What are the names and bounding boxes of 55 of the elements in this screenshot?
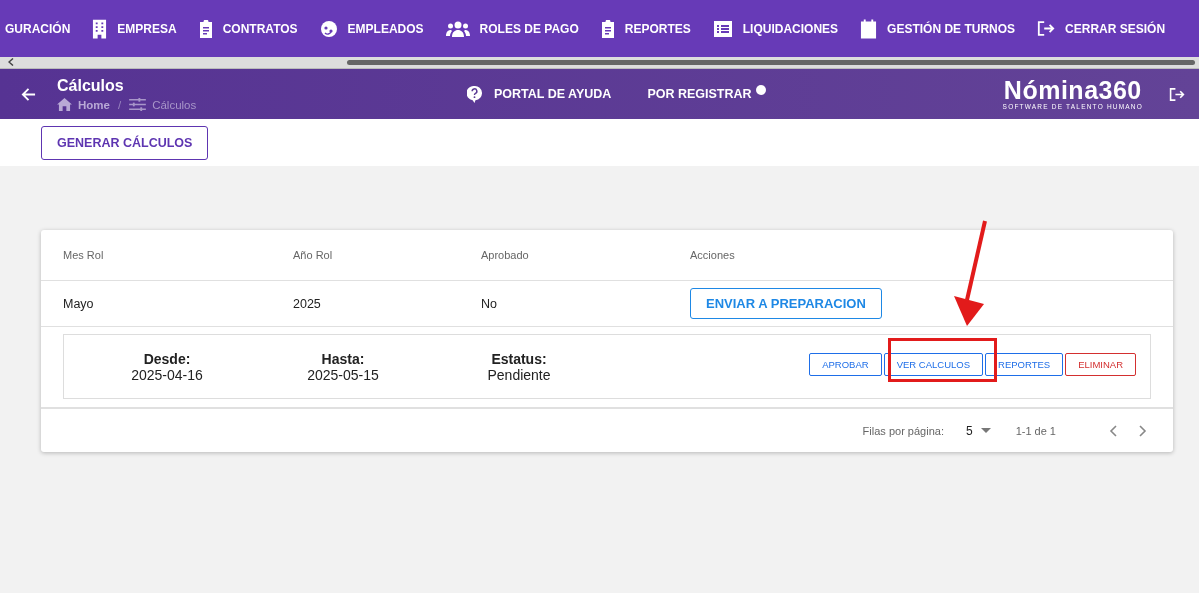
rows-per-page-select[interactable]: 5	[965, 423, 991, 438]
logout-icon	[1037, 20, 1056, 37]
breadcrumb-link[interactable]: Home	[78, 98, 110, 111]
horizontal-scrollbar[interactable]	[0, 57, 1199, 69]
table-cell-text: No	[481, 296, 498, 311]
detail-value: 2025-04-16	[130, 366, 204, 383]
nav-item[interactable]: EMPRESA	[92, 18, 177, 39]
nav-item[interactable]: GURACIÓN	[5, 21, 71, 36]
action-button[interactable]: REPORTES	[985, 352, 1064, 376]
logout-icon[interactable]	[1169, 86, 1185, 102]
nav-item[interactable]: ROLES DE PAGO	[445, 20, 579, 37]
clipboard-icon	[198, 19, 213, 38]
column-header: Acciones	[690, 249, 736, 261]
calendar-icon	[860, 18, 878, 39]
breadcrumb-current: Cálculos	[152, 98, 197, 111]
people-icon	[445, 20, 470, 37]
back-arrow-icon[interactable]	[21, 86, 36, 102]
scroll-left-icon[interactable]	[8, 58, 14, 66]
home-icon	[57, 98, 72, 111]
help-portal-link[interactable]: PORTAL DE AYUDA	[467, 85, 612, 103]
nav-item[interactable]: LIQUIDACIONES	[712, 19, 839, 38]
column-header: Año Rol	[293, 249, 334, 261]
action-button[interactable]: VER CALCULOS	[883, 352, 984, 376]
previous-page-icon[interactable]	[1109, 424, 1117, 437]
detail-value: Pendiente	[486, 366, 552, 383]
nav-item[interactable]: GESTIÓN DE TURNOS	[860, 18, 1016, 39]
clipboard-icon	[600, 19, 615, 38]
rows-per-page-label: Filas por página:	[862, 424, 944, 437]
nav-item[interactable]: EMPLEADOS	[319, 19, 424, 38]
detail-label: Desde:	[142, 350, 192, 367]
nav-item[interactable]: CERRAR SESIÓN	[1037, 20, 1166, 37]
building-icon	[92, 18, 108, 39]
send-button[interactable]: ENVIAR A PREPARACION	[690, 288, 882, 319]
nav-item[interactable]: REPORTES	[600, 19, 691, 38]
detail-value: 2025-05-15	[306, 366, 380, 383]
help-icon	[467, 85, 482, 103]
breadcrumb-separator: /	[117, 98, 122, 111]
table-cell-text: 2025	[293, 296, 322, 311]
action-button[interactable]: APROBAR	[809, 352, 882, 376]
action-button[interactable]: ELIMINAR	[1065, 352, 1136, 376]
register-link[interactable]: POR REGISTRAR	[647, 87, 766, 101]
column-header: Aprobado	[481, 249, 530, 261]
dropdown-caret-icon	[980, 428, 991, 433]
next-page-icon[interactable]	[1139, 424, 1147, 437]
column-header: Mes Rol	[63, 249, 105, 261]
table-cell-text: Mayo	[63, 296, 95, 311]
sliders-icon	[129, 98, 147, 111]
face-icon	[319, 19, 338, 38]
generate-button[interactable]: GENERAR CÁLCULOS	[41, 125, 209, 160]
list-icon	[712, 19, 733, 38]
detail-label: Hasta:	[320, 350, 366, 367]
nav-item[interactable]: CONTRATOS	[198, 19, 298, 38]
page-range: 1-1 de 1	[1015, 424, 1056, 437]
page-title: Cálculos	[57, 77, 125, 95]
detail-label: Estatus:	[490, 350, 548, 367]
